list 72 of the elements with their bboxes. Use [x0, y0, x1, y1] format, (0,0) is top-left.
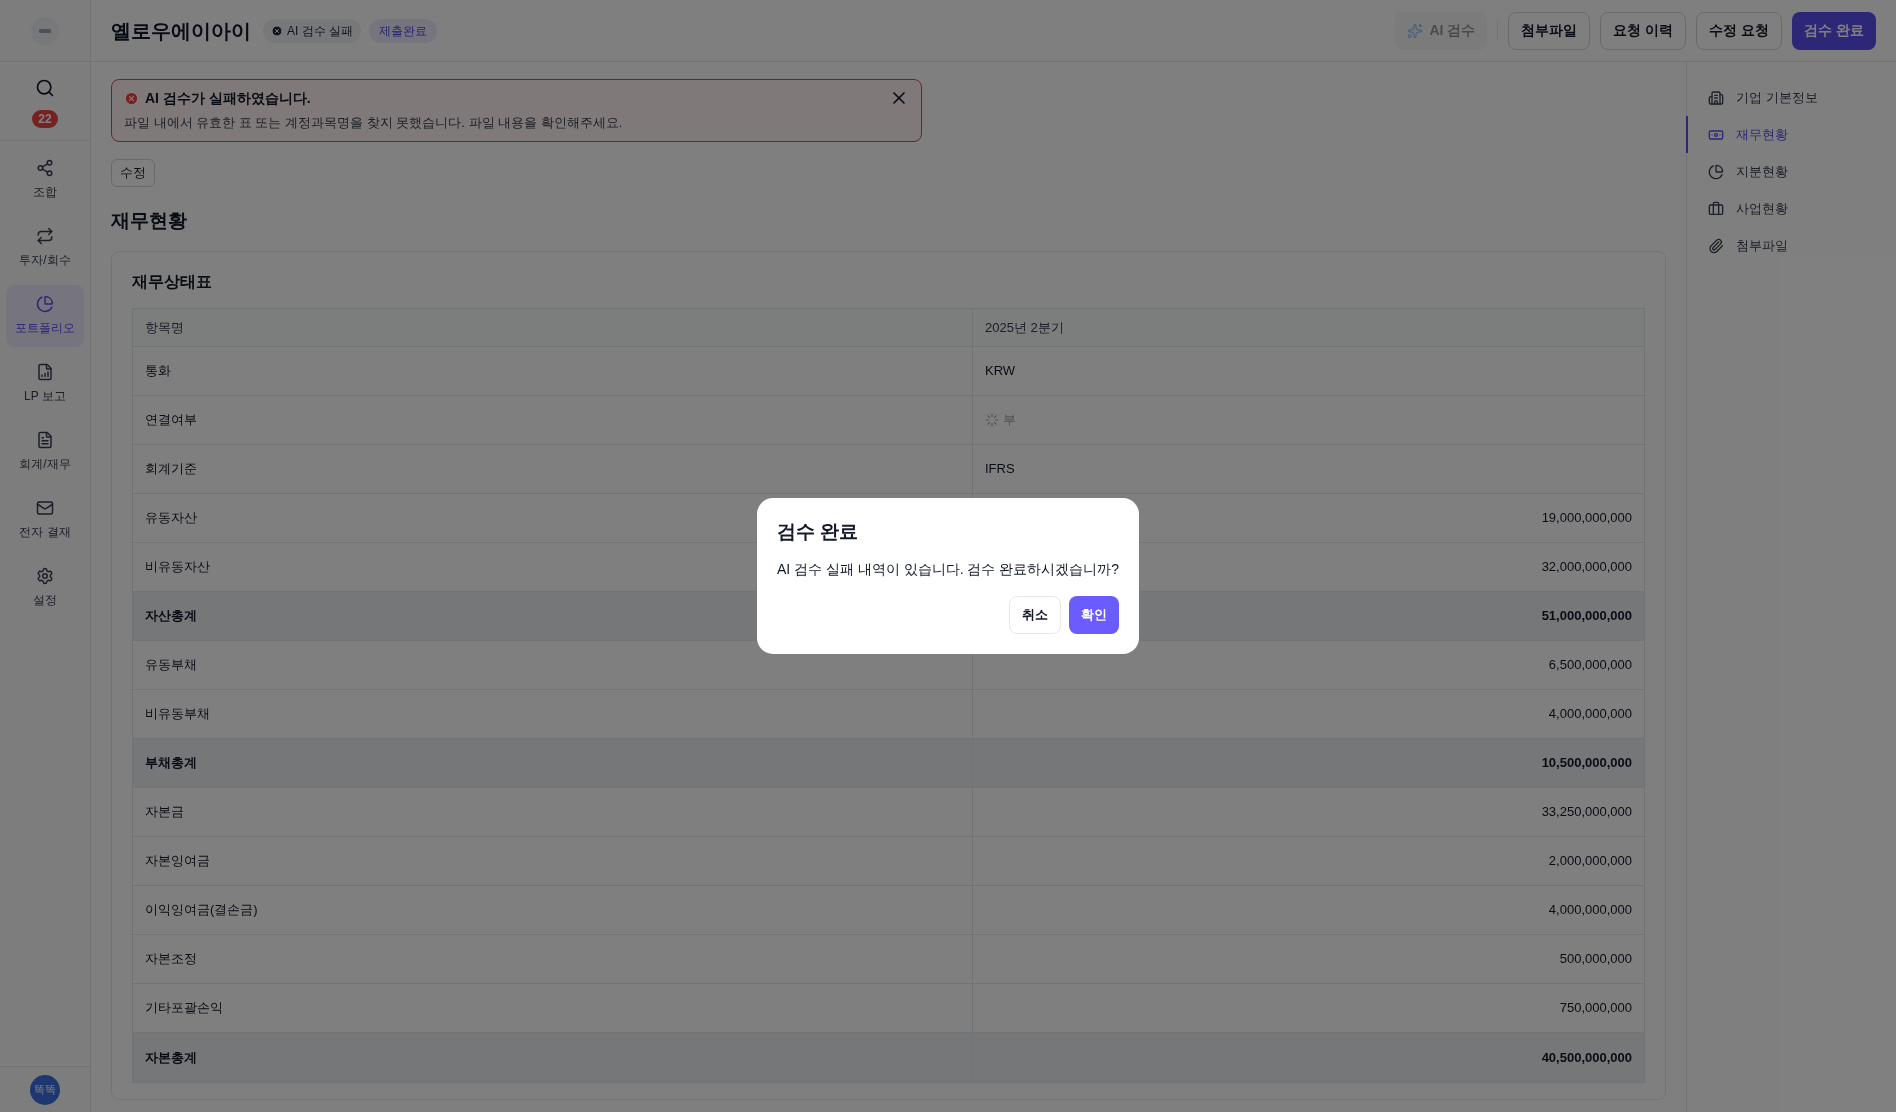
table-cell-text: 19,000,000,000 [1541, 509, 1632, 528]
table-cell-text: 750,000,000 [1559, 999, 1632, 1018]
table-cell-text: 4,000,000,000 [1548, 705, 1632, 724]
table-cell-text: 40,500,000,000 [1541, 1048, 1632, 1067]
table-cell-text: 51,000,000,000 [1541, 607, 1632, 626]
outline-link[interactable]: 재무현황 [1686, 116, 1896, 153]
header-button[interactable]: 수정 요청 [1696, 11, 1783, 50]
table-cell: 이익잉여금(결손금) [133, 886, 973, 934]
status-badge: 제출완료 [369, 18, 437, 43]
nav-item[interactable]: 설정 [6, 557, 84, 619]
table-cell: 회계기준 [133, 445, 973, 493]
status-badge: AI 검수 실패 [263, 18, 361, 43]
table-cell: 자본조정 [133, 935, 973, 983]
briefcase-icon [1708, 200, 1724, 217]
table-cell-text: 2,000,000,000 [1548, 852, 1632, 871]
arrows-icon [36, 227, 54, 245]
header-button[interactable]: 첨부파일 [1508, 11, 1591, 50]
edit-button[interactable]: 수정 [111, 158, 155, 187]
nav-item[interactable]: 전자 결재 [6, 489, 84, 551]
settings-icon [36, 567, 54, 585]
cancel-button[interactable]: 취소 [1009, 595, 1062, 634]
outline-link[interactable]: 사업현황 [1686, 190, 1896, 227]
complete-button[interactable]: 검수 완료 [1792, 11, 1876, 50]
document-icon [36, 431, 54, 449]
table-cell: 자본금 [133, 788, 973, 836]
table-cell-text: 6,500,000,000 [1548, 656, 1632, 675]
section-title: 재무현황 [111, 208, 188, 233]
pie-chart-icon [1708, 163, 1724, 180]
nav-item[interactable]: LP 보고 [6, 353, 84, 415]
table-cell-text: 10,500,000,000 [1541, 754, 1632, 773]
error-icon [124, 91, 139, 106]
page-title: 옐로우에이아이 [111, 18, 251, 44]
column-header: 2025년 2분기 [984, 318, 1065, 337]
dialog-title: 검수 완료 [776, 520, 860, 545]
table-cell-text: IFRS [984, 460, 1016, 479]
table-cell: 자본잉여금 [133, 837, 973, 885]
table-cell-text: 500,000,000 [1559, 950, 1632, 969]
outline-link[interactable]: 기업 기본정보 [1686, 79, 1896, 116]
card-title: 재무상태표 [132, 272, 213, 292]
nodes-icon [36, 159, 54, 177]
outline-link[interactable]: 첨부파일 [1686, 227, 1896, 264]
table-cell: 기타포괄손익 [133, 984, 973, 1032]
alert-message: 파일 내에서 유효한 표 또는 계정과목명을 찾지 못했습니다. 파일 내용을 확인해주세요. [124, 114, 624, 132]
table-cell-text: 33,250,000,000 [1541, 803, 1632, 822]
confirm-button[interactable]: 확인 [1069, 595, 1120, 634]
outline-link[interactable]: 지분현황 [1686, 153, 1896, 190]
nav-item[interactable]: 조합 [6, 149, 84, 211]
paperclip-icon [1708, 237, 1724, 254]
table-cell: 비유동부채 [133, 690, 973, 738]
loading-icon [985, 413, 999, 427]
table-cell: 통화 [133, 347, 973, 395]
table-cell-text: KRW [984, 362, 1017, 381]
mail-icon [36, 499, 54, 517]
table-cell: 부채총계 [133, 739, 973, 787]
table-cell: 자본총계 [133, 1033, 973, 1082]
pie-chart-icon [36, 295, 54, 313]
avatar[interactable]: 똑똑 [30, 1074, 60, 1105]
nav-item[interactable]: 투자/회수 [6, 217, 84, 279]
search-icon[interactable] [35, 78, 55, 98]
nav-item[interactable]: 회계/재무 [6, 421, 84, 483]
table-cell: 연결여부 [133, 396, 973, 444]
logo-icon [30, 15, 60, 46]
alert-title: AI 검수가 실패하였습니다. [145, 89, 311, 108]
nav-item[interactable]: 포트폴리오 [6, 285, 84, 347]
building-icon [1708, 89, 1724, 106]
notification-count: 22 [32, 110, 58, 128]
table-cell-text: 4,000,000,000 [1548, 901, 1632, 920]
table-cell-text: 32,000,000,000 [1541, 558, 1632, 577]
column-header: 항목명 [133, 309, 973, 346]
header-button[interactable]: 요청 이력 [1600, 11, 1687, 50]
error-icon [271, 24, 283, 37]
report-icon [36, 363, 54, 381]
